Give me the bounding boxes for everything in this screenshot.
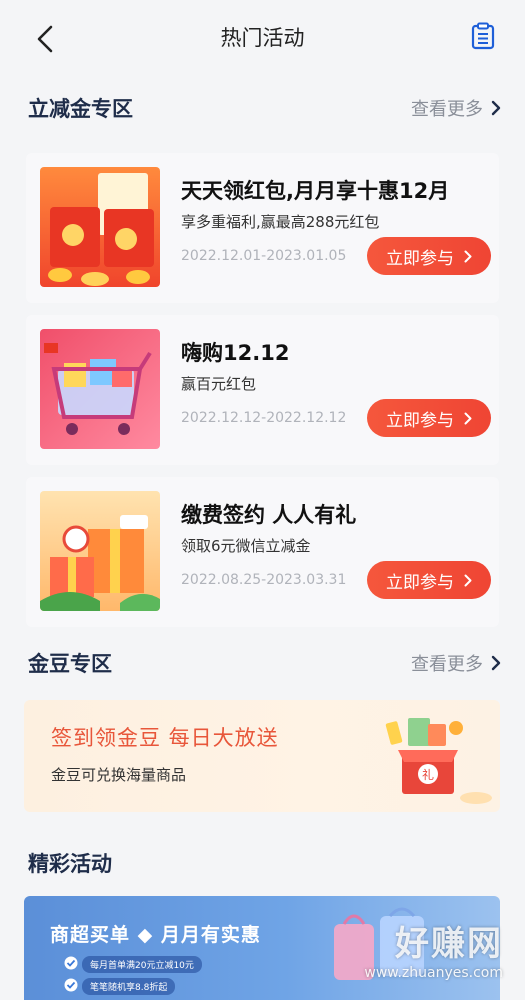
chevron-right-icon bbox=[464, 250, 472, 262]
join-button-label: 立即参与 bbox=[386, 248, 454, 269]
chevron-right-icon bbox=[464, 412, 472, 424]
watermark: 好赚网 www.zhuanyes.com bbox=[364, 916, 503, 981]
check-icon bbox=[64, 978, 78, 992]
activity-card[interactable]: 嗨购12.12 赢百元红包 2022.12.12-2022.12.12 立即参与 bbox=[26, 315, 499, 465]
join-button-label: 立即参与 bbox=[386, 572, 454, 593]
card-title: 缴费签约 人人有礼 bbox=[181, 503, 357, 527]
shopping-cart-image bbox=[40, 329, 160, 449]
promo-title: 商超买单 ◆ 月月有实惠 bbox=[50, 924, 261, 946]
card-subtitle: 享多重福利,赢最高288元红包 bbox=[181, 213, 380, 231]
chevron-right-icon bbox=[491, 100, 501, 116]
see-more-label: 查看更多 bbox=[411, 654, 483, 675]
banner-subtitle: 金豆可兑换海量商品 bbox=[51, 766, 187, 784]
section-title: 立减金专区 bbox=[28, 97, 133, 121]
card-title: 天天领红包,月月享十惠12月 bbox=[181, 179, 450, 203]
chevron-right-icon bbox=[464, 574, 472, 586]
top-bar: 热门活动 bbox=[0, 0, 525, 76]
bean-signin-banner[interactable]: 签到领金豆 每日大放送 金豆可兑换海量商品 礼 bbox=[24, 700, 500, 812]
clipboard-icon bbox=[471, 22, 495, 50]
card-subtitle: 领取6元微信立减金 bbox=[181, 537, 311, 555]
join-button[interactable]: 立即参与 bbox=[367, 399, 491, 437]
see-more-link[interactable]: 查看更多 bbox=[411, 650, 501, 676]
card-subtitle: 赢百元红包 bbox=[181, 375, 257, 393]
watermark-url: www.zhuanyes.com bbox=[364, 965, 503, 981]
banner-title: 签到领金豆 每日大放送 bbox=[51, 726, 279, 750]
card-date: 2022.08.25-2023.03.31 bbox=[181, 572, 347, 588]
promo-line: 每月首单满20元立减10元 bbox=[82, 956, 202, 973]
gift-box-image bbox=[40, 491, 160, 611]
chevron-right-icon bbox=[491, 655, 501, 671]
card-date: 2022.12.01-2023.01.05 bbox=[181, 248, 347, 264]
page-title: 热门活动 bbox=[220, 26, 305, 50]
promo-line: 笔笔随机享8.8折起 bbox=[82, 978, 176, 995]
check-icon bbox=[64, 956, 78, 970]
watermark-text: 好赚网 bbox=[395, 924, 503, 964]
featured-section-header: 精彩活动 bbox=[28, 847, 501, 879]
clipboard-button[interactable] bbox=[471, 22, 495, 50]
red-envelope-image bbox=[40, 167, 160, 287]
card-title: 嗨购12.12 bbox=[181, 341, 290, 365]
svg-text:礼: 礼 bbox=[422, 767, 434, 782]
see-more-label: 查看更多 bbox=[411, 99, 483, 120]
section-title: 金豆专区 bbox=[28, 652, 112, 676]
activity-card[interactable]: 天天领红包,月月享十惠12月 享多重福利,赢最高288元红包 2022.12.0… bbox=[26, 153, 499, 303]
gift-box-icon: 礼 bbox=[385, 718, 492, 804]
join-button[interactable]: 立即参与 bbox=[367, 561, 491, 599]
see-more-link[interactable]: 查看更多 bbox=[411, 95, 501, 121]
bean-section-header: 金豆专区 查看更多 bbox=[28, 647, 501, 679]
join-button[interactable]: 立即参与 bbox=[367, 237, 491, 275]
join-button-label: 立即参与 bbox=[386, 410, 454, 431]
activity-card[interactable]: 缴费签约 人人有礼 领取6元微信立减金 2022.08.25-2023.03.3… bbox=[26, 477, 499, 627]
card-date: 2022.12.12-2022.12.12 bbox=[181, 410, 347, 426]
discount-section-header: 立减金专区 查看更多 bbox=[28, 92, 501, 124]
section-title: 精彩活动 bbox=[28, 852, 112, 876]
